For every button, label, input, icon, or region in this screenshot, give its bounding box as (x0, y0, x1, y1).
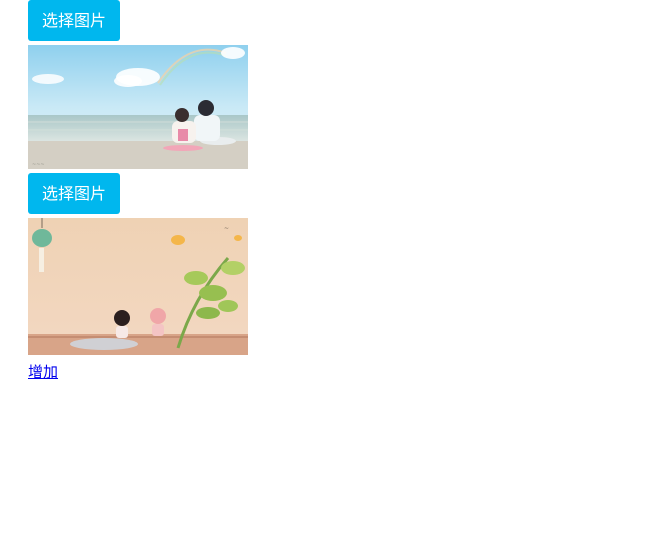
image-preview-beach: ~~~ (28, 45, 248, 169)
upload-form: 选择图片 ~~~ 选择图片 ~ 增加 (0, 0, 669, 544)
select-image-button-1[interactable]: 选择图片 (28, 0, 121, 41)
upload-block-1: 选择图片 ~~~ (28, 0, 248, 169)
svg-text:~: ~ (224, 225, 229, 232)
upload-block-2: 选择图片 ~ (28, 173, 248, 355)
beach-couple-image: ~~~ (28, 45, 248, 169)
select-image-button-2[interactable]: 选择图片 (28, 173, 121, 214)
cartoon-kids-plant-image: ~ (28, 218, 248, 355)
svg-text:~~~: ~~~ (32, 162, 45, 168)
add-upload-link[interactable]: 增加 (28, 361, 58, 382)
image-preview-cartoon: ~ (28, 218, 248, 355)
